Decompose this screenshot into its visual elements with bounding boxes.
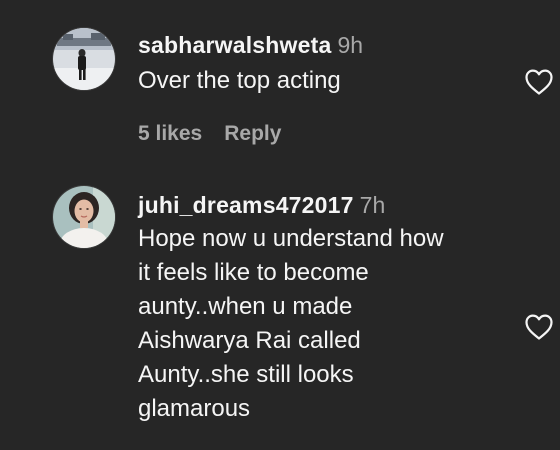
comment-username[interactable]: sabharwalshweta	[138, 32, 331, 58]
avatar-photo	[53, 28, 115, 90]
comment-header: juhi_dreams472017 7h	[138, 190, 518, 220]
reply-button[interactable]: Reply	[224, 122, 281, 145]
comment-text: Over the top acting	[138, 67, 341, 94]
comments-panel: sabharwalshweta 9h Over the top acting 5 …	[0, 0, 560, 450]
avatar-photo	[53, 186, 115, 248]
like-button[interactable]	[524, 68, 554, 96]
comment-header: sabharwalshweta 9h	[138, 30, 518, 60]
comment-text: Hope now u understand how it feels like …	[138, 225, 444, 422]
comment-username[interactable]: juhi_dreams472017	[138, 192, 354, 218]
heart-outline-icon	[525, 69, 553, 95]
comment-time: 9h	[337, 32, 364, 58]
likes-count-link[interactable]: 5 likes	[138, 122, 202, 145]
like-button[interactable]	[524, 313, 554, 341]
avatar[interactable]	[53, 28, 115, 90]
heart-outline-icon	[525, 314, 553, 340]
avatar[interactable]	[53, 186, 115, 248]
comment-actions: 5 likes Reply	[138, 122, 518, 146]
comment-time: 7h	[359, 192, 386, 218]
